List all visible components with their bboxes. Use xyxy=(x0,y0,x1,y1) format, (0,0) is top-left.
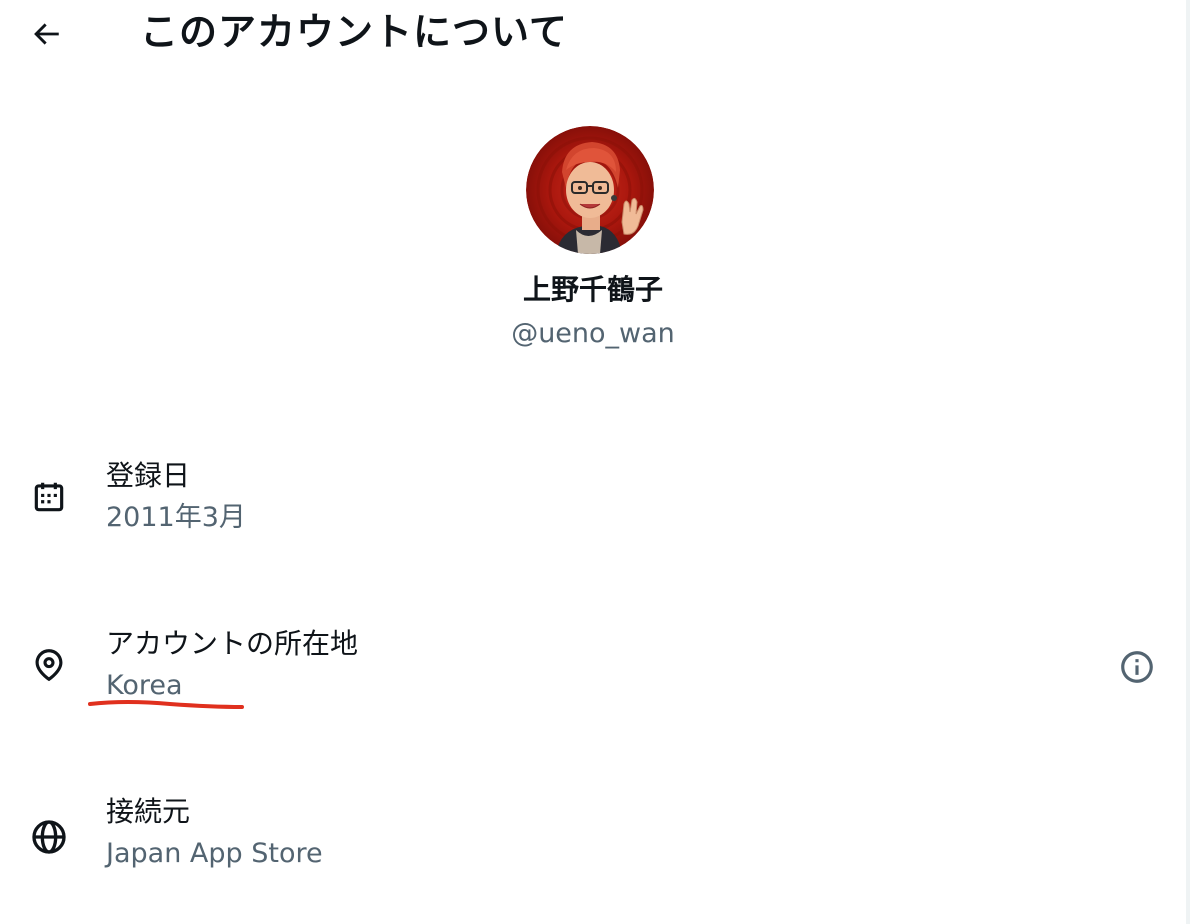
connected-via-label: 接続元 xyxy=(106,795,191,828)
location-pin-icon xyxy=(26,642,72,688)
joined-date-label: 登録日 xyxy=(106,459,191,492)
joined-date-value: 2011年3月 xyxy=(106,502,246,533)
globe-icon xyxy=(26,814,72,860)
calendar-icon xyxy=(26,474,72,520)
scrollbar-edge xyxy=(1186,0,1190,924)
joined-date-row: 登録日 2011年3月 xyxy=(0,450,1186,560)
avatar-icon xyxy=(526,126,654,254)
display-name: 上野千鶴子 xyxy=(522,273,663,306)
account-location-label: アカウントの所在地 xyxy=(106,627,359,660)
back-button[interactable] xyxy=(22,12,70,56)
page-title: このアカウントについて xyxy=(140,10,568,54)
user-handle[interactable]: @ueno_wan xyxy=(0,314,1186,354)
annotation-underline xyxy=(88,700,244,709)
avatar[interactable] xyxy=(526,126,654,254)
connected-via-row: 接続元 Japan App Store xyxy=(0,786,1186,896)
info-button[interactable] xyxy=(1112,644,1162,690)
arrow-left-icon xyxy=(34,23,59,45)
info-icon xyxy=(1121,651,1153,683)
page-header: このアカウントについて xyxy=(0,0,1186,66)
connected-via-value: Japan App Store xyxy=(106,838,323,869)
